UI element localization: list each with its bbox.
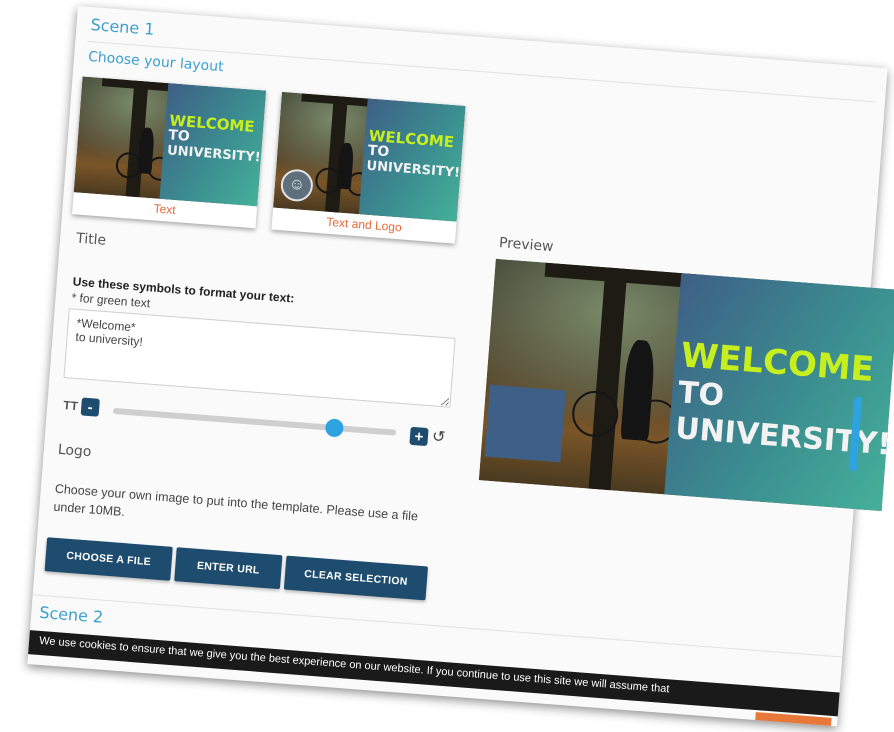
logo-description: Choose your own image to put into the te… — [52, 481, 419, 524]
logo-placeholder — [484, 384, 566, 463]
text-size-icon: TT — [62, 398, 79, 414]
choose-file-button[interactable]: Choose a file — [44, 537, 173, 581]
cookie-banner: We use cookies to ensure that we give yo… — [28, 630, 840, 717]
editor-panel: Scene 1 Choose your layout WELCOME TO UN… — [27, 6, 894, 727]
layout-thumbnail: WELCOME TO UNIVERSITY! ☺ — [273, 91, 466, 222]
title-textarea[interactable] — [63, 308, 456, 408]
layout-thumbnail: WELCOME TO UNIVERSITY! — [73, 76, 267, 207]
scene-1-title: Scene 1 — [89, 15, 156, 39]
preview-line-2: TO — [676, 375, 726, 414]
template-line-2: TO — [367, 142, 390, 161]
reset-icon[interactable]: ↺ — [431, 426, 446, 447]
font-size-slider[interactable] — [112, 406, 397, 446]
enter-url-button[interactable]: Enter URL — [174, 547, 283, 590]
clear-selection-button[interactable]: Clear selection — [283, 555, 429, 601]
slider-track — [112, 407, 397, 436]
title-heading: Title — [75, 230, 107, 249]
preview-heading: Preview — [498, 235, 555, 256]
layout-option-text-and-logo[interactable]: WELCOME TO UNIVERSITY! ☺ Text and Logo — [271, 91, 466, 244]
template-line-2: TO — [167, 127, 191, 145]
layout-option-text[interactable]: WELCOME TO UNIVERSITY! Text — [72, 76, 267, 229]
increase-font-button[interactable]: + — [409, 426, 429, 447]
choose-layout-heading: Choose your layout — [87, 48, 225, 76]
slider-knob[interactable] — [324, 418, 345, 438]
scene-2-title: Scene 2 — [38, 602, 104, 627]
logo-heading: Logo — [57, 441, 92, 461]
tree-trunk — [588, 267, 628, 491]
preview-image: WELCOME TO UNIVERSITY! — [478, 258, 894, 512]
decrease-font-button[interactable]: - — [80, 397, 100, 417]
